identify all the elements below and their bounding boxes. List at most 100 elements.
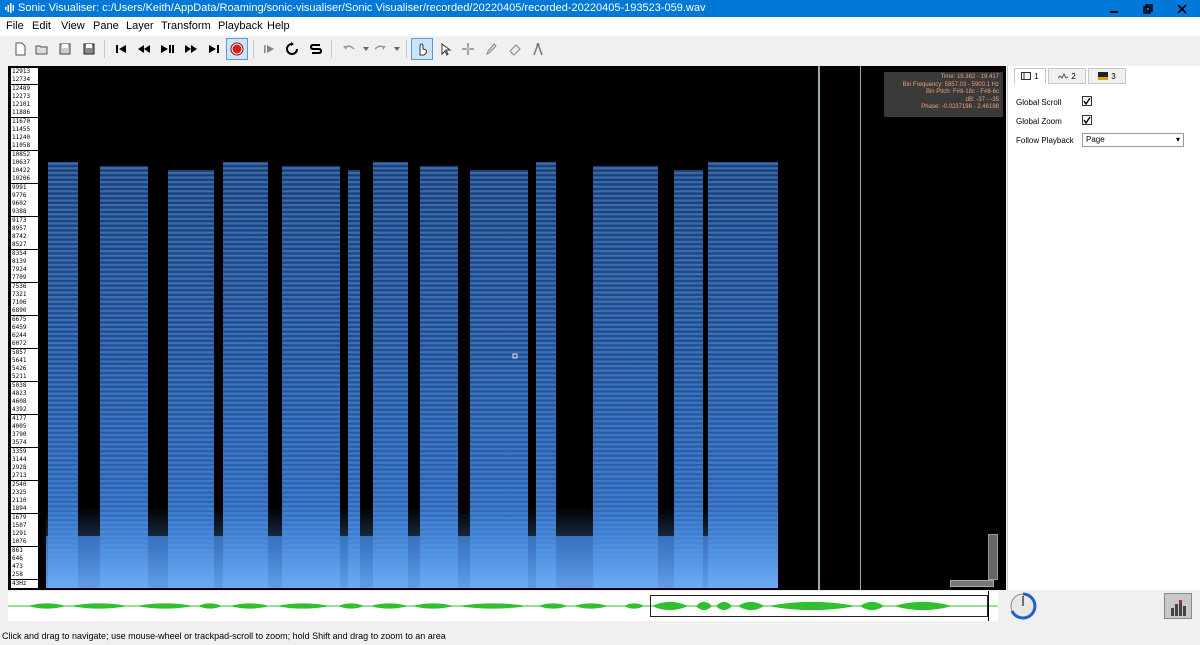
forward-end-button[interactable]: [203, 38, 225, 60]
frequency-tick-label: 8527: [11, 241, 38, 250]
chevron-down-icon: ▾: [1175, 135, 1180, 144]
menu-file[interactable]: File: [6, 20, 24, 32]
cursor-info-box: Time: 19.382 - 19.417 Bin Frequency: 585…: [884, 72, 1003, 117]
tab-layer-2[interactable]: 2: [1048, 68, 1086, 84]
menu-layer[interactable]: Layer: [126, 20, 154, 32]
new-file-icon: [15, 42, 26, 56]
global-scroll-checkbox[interactable]: [1082, 96, 1092, 106]
frequency-tick-label: 6675: [11, 315, 38, 324]
draw-tool-button[interactable]: [480, 38, 502, 60]
frequency-tick-label: 9602: [11, 200, 38, 209]
overview-waveform[interactable]: [8, 591, 998, 621]
menu-edit[interactable]: Edit: [32, 20, 51, 32]
spectrogram-pane[interactable]: 12913 12734 12489 12273 12101 11886 11670 11455…: [8, 66, 1006, 590]
info-bin-pitch: Bin Pitch: F#8-18c - F#8-6c: [925, 89, 999, 96]
erase-tool-button[interactable]: [504, 38, 526, 60]
frequency-tick-label: 8139: [11, 257, 38, 266]
solo-button[interactable]: [305, 38, 327, 60]
new-session-button[interactable]: [9, 38, 31, 60]
close-button[interactable]: [1165, 0, 1199, 17]
tab-label: 3: [1111, 71, 1116, 81]
info-time: Time: 19.382 - 19.417: [940, 74, 999, 80]
minimize-button[interactable]: [1097, 0, 1131, 17]
menu-pane[interactable]: Pane: [93, 20, 119, 32]
frequency-tick-label: 11670: [11, 117, 38, 126]
info-db: dB: -37 - -35: [965, 96, 999, 103]
menu-playback[interactable]: Playback: [218, 20, 263, 32]
frequency-tick-label: 4608: [11, 398, 38, 407]
record-icon: [230, 42, 244, 56]
tab-layer-3[interactable]: 3: [1088, 68, 1126, 84]
frequency-tick-label: 5426: [11, 365, 38, 374]
frequency-tick-label: 9776: [11, 191, 38, 200]
record-button[interactable]: [226, 38, 248, 60]
frequency-tick-label: 3144: [11, 455, 38, 464]
play-pause-button[interactable]: [157, 38, 179, 60]
playback-speed-dial[interactable]: [1009, 592, 1037, 620]
frequency-tick-label: 7924: [11, 266, 38, 275]
constrain-icon: [264, 45, 274, 53]
frequency-tick-label: 8354: [11, 249, 38, 258]
sonic-visualiser-icon: [5, 3, 14, 13]
global-zoom-checkbox[interactable]: [1082, 115, 1092, 125]
property-panel: 1 2 3 Global Scroll Global Zoom Follow P…: [1007, 66, 1200, 590]
chevron-down-icon: [394, 47, 400, 51]
info-phase: Phase: -0.0237198 - 2.46188: [921, 104, 999, 111]
checkmark-icon: [1083, 116, 1091, 124]
spectrogram-icon: [1098, 72, 1109, 80]
forward-end-icon: [209, 45, 219, 53]
rewind-start-button[interactable]: [110, 38, 132, 60]
open-button[interactable]: [31, 38, 53, 60]
overview-visible-region[interactable]: [650, 595, 988, 617]
minimize-icon: [1110, 10, 1118, 13]
global-zoom-label: Global Zoom: [1016, 117, 1062, 126]
rewind-button[interactable]: [133, 38, 155, 60]
follow-playback-label: Follow Playback: [1016, 136, 1074, 145]
frequency-tick-label: 2713: [11, 472, 38, 481]
frequency-tick-label: 6072: [11, 340, 38, 349]
frequency-tick-label: 43Hz: [11, 579, 38, 588]
waveform-icon: [1058, 72, 1069, 79]
frequency-tick-label: 861: [11, 546, 38, 555]
rewind-start-icon: [116, 45, 126, 53]
menu-help[interactable]: Help: [267, 20, 290, 32]
frequency-tick-label: 1894: [11, 505, 38, 514]
move-tool-button[interactable]: [457, 38, 479, 60]
level-meter-button[interactable]: [1164, 593, 1192, 619]
frequency-tick-label: 12734: [11, 76, 38, 85]
navigate-tool-button[interactable]: [411, 38, 433, 60]
frequency-tick-label: 258: [11, 571, 38, 580]
save-button[interactable]: [54, 38, 76, 60]
close-icon: [1177, 3, 1187, 14]
menu-view[interactable]: View: [61, 20, 85, 32]
hand-icon: [419, 43, 427, 56]
spectrogram-view[interactable]: [8, 66, 1006, 590]
menu-transform[interactable]: Transform: [161, 20, 211, 32]
frequency-tick-label: 2540: [11, 480, 38, 489]
pencil-icon: [486, 43, 497, 55]
select-tool-button[interactable]: [434, 38, 456, 60]
tab-label: 2: [1071, 71, 1076, 81]
eraser-icon: [509, 44, 521, 56]
constrained-playback-button[interactable]: [258, 38, 280, 60]
follow-playback-select[interactable]: Page ▾: [1082, 133, 1184, 147]
frequency-tick-label: 2325: [11, 488, 38, 497]
playback-position-marker[interactable]: [988, 591, 989, 621]
play-pause-icon: [161, 45, 174, 53]
frequency-tick-label: 9991: [11, 183, 38, 192]
main-toolbar: [0, 36, 1200, 62]
save-as-button[interactable]: [78, 38, 100, 60]
measure-tool-button[interactable]: [527, 38, 549, 60]
frequency-tick-label: 10852: [11, 150, 38, 159]
restore-button[interactable]: [1131, 0, 1165, 17]
frequency-tick-label: 8957: [11, 224, 38, 233]
fast-forward-button[interactable]: [180, 38, 202, 60]
redo-history-dropdown[interactable]: [386, 38, 408, 60]
frequency-tick-label: 4177: [11, 414, 38, 423]
tab-pane-1[interactable]: 1: [1014, 68, 1046, 84]
frequency-tick-label: 8742: [11, 233, 38, 242]
vertical-zoom-slider[interactable]: [988, 534, 998, 580]
loop-button[interactable]: [281, 38, 303, 60]
horizontal-zoom-slider[interactable]: [950, 580, 994, 587]
level-meter-icon: [1171, 600, 1186, 616]
